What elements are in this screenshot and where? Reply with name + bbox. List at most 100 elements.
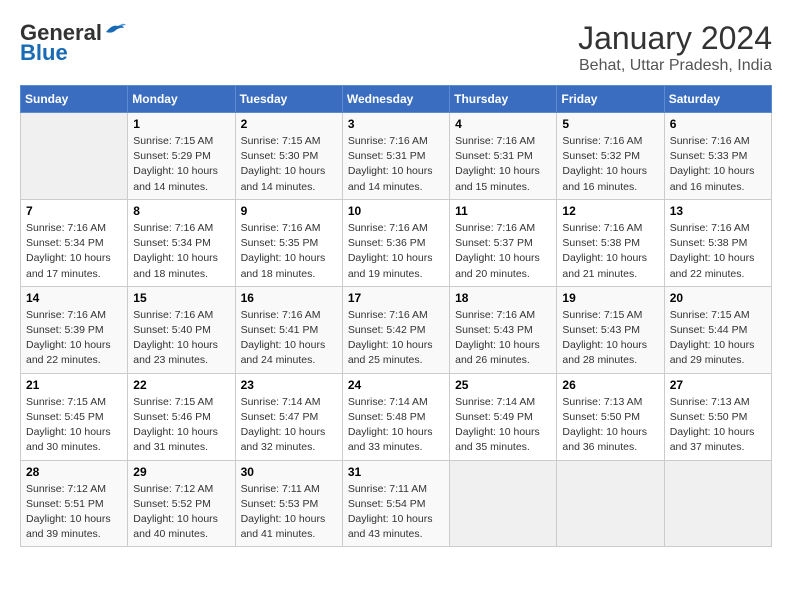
calendar-cell: 20 Sunrise: 7:15 AMSunset: 5:44 PMDayligh… <box>664 286 771 373</box>
day-info: Sunrise: 7:16 AMSunset: 5:42 PMDaylight:… <box>348 308 444 369</box>
day-info: Sunrise: 7:16 AMSunset: 5:40 PMDaylight:… <box>133 308 229 369</box>
day-info: Sunrise: 7:14 AMSunset: 5:49 PMDaylight:… <box>455 395 551 456</box>
calendar-cell: 19 Sunrise: 7:15 AMSunset: 5:43 PMDayligh… <box>557 286 664 373</box>
day-number: 9 <box>241 204 337 218</box>
calendar-cell: 14 Sunrise: 7:16 AMSunset: 5:39 PMDayligh… <box>21 286 128 373</box>
day-number: 29 <box>133 465 229 479</box>
calendar-cell: 3 Sunrise: 7:16 AMSunset: 5:31 PMDaylight… <box>342 113 449 200</box>
calendar-cell: 11 Sunrise: 7:16 AMSunset: 5:37 PMDayligh… <box>450 199 557 286</box>
day-info: Sunrise: 7:16 AMSunset: 5:37 PMDaylight:… <box>455 221 551 282</box>
day-info: Sunrise: 7:16 AMSunset: 5:43 PMDaylight:… <box>455 308 551 369</box>
day-header-tuesday: Tuesday <box>235 86 342 113</box>
calendar-week-4: 21Sunrise: 7:15 AMSunset: 5:45 PMDayligh… <box>21 373 772 460</box>
day-number: 13 <box>670 204 766 218</box>
day-number: 10 <box>348 204 444 218</box>
calendar-cell: 8 Sunrise: 7:16 AMSunset: 5:34 PMDaylight… <box>128 199 235 286</box>
calendar-cell: 9 Sunrise: 7:16 AMSunset: 5:35 PMDaylight… <box>235 199 342 286</box>
day-info: Sunrise: 7:15 AMSunset: 5:43 PMDaylight:… <box>562 308 658 369</box>
calendar-cell: 4Sunrise: 7:16 AMSunset: 5:31 PMDaylight… <box>450 113 557 200</box>
calendar-cell: 31Sunrise: 7:11 AMSunset: 5:54 PMDayligh… <box>342 460 449 547</box>
calendar-cell: 7 Sunrise: 7:16 AMSunset: 5:34 PMDaylight… <box>21 199 128 286</box>
day-number: 18 <box>455 291 551 305</box>
title-block: January 2024 Behat, Uttar Pradesh, India <box>578 20 772 75</box>
day-number: 27 <box>670 378 766 392</box>
day-number: 26 <box>562 378 658 392</box>
calendar-week-5: 28 Sunrise: 7:12 AMSunset: 5:51 PMDayligh… <box>21 460 772 547</box>
calendar-cell: 2 Sunrise: 7:15 AMSunset: 5:30 PMDaylight… <box>235 113 342 200</box>
calendar-cell <box>664 460 771 547</box>
calendar-subtitle: Behat, Uttar Pradesh, India <box>578 57 772 75</box>
calendar-cell: 21Sunrise: 7:15 AMSunset: 5:45 PMDayligh… <box>21 373 128 460</box>
day-info: Sunrise: 7:13 AMSunset: 5:50 PMDaylight:… <box>670 395 766 456</box>
day-number: 5 <box>562 117 658 131</box>
calendar-cell: 22Sunrise: 7:15 AMSunset: 5:46 PMDayligh… <box>128 373 235 460</box>
calendar-header: SundayMondayTuesdayWednesdayThursdayFrid… <box>21 86 772 113</box>
calendar-cell: 24Sunrise: 7:14 AMSunset: 5:48 PMDayligh… <box>342 373 449 460</box>
day-info: Sunrise: 7:11 AMSunset: 5:53 PMDaylight:… <box>241 482 337 543</box>
day-info: Sunrise: 7:16 AMSunset: 5:39 PMDaylight:… <box>26 308 122 369</box>
day-info: Sunrise: 7:16 AMSunset: 5:34 PMDaylight:… <box>26 221 122 282</box>
calendar-week-3: 14 Sunrise: 7:16 AMSunset: 5:39 PMDayligh… <box>21 286 772 373</box>
calendar-body: 1 Sunrise: 7:15 AMSunset: 5:29 PMDaylight… <box>21 113 772 547</box>
day-number: 6 <box>670 117 766 131</box>
day-number: 7 <box>26 204 122 218</box>
day-number: 12 <box>562 204 658 218</box>
day-header-friday: Friday <box>557 86 664 113</box>
day-number: 30 <box>241 465 337 479</box>
calendar-cell: 10 Sunrise: 7:16 AMSunset: 5:36 PMDayligh… <box>342 199 449 286</box>
day-number: 20 <box>670 291 766 305</box>
day-info: Sunrise: 7:13 AMSunset: 5:50 PMDaylight:… <box>562 395 658 456</box>
calendar-cell: 6Sunrise: 7:16 AMSunset: 5:33 PMDaylight… <box>664 113 771 200</box>
calendar-cell: 25Sunrise: 7:14 AMSunset: 5:49 PMDayligh… <box>450 373 557 460</box>
day-number: 2 <box>241 117 337 131</box>
calendar-cell: 23 Sunrise: 7:14 AMSunset: 5:47 PMDayligh… <box>235 373 342 460</box>
day-header-monday: Monday <box>128 86 235 113</box>
day-number: 16 <box>241 291 337 305</box>
day-info: Sunrise: 7:15 AMSunset: 5:29 PMDaylight:… <box>133 134 229 195</box>
day-header-wednesday: Wednesday <box>342 86 449 113</box>
day-info: Sunrise: 7:16 AMSunset: 5:35 PMDaylight:… <box>241 221 337 282</box>
day-info: Sunrise: 7:15 AMSunset: 5:30 PMDaylight:… <box>241 134 337 195</box>
day-number: 8 <box>133 204 229 218</box>
day-number: 24 <box>348 378 444 392</box>
day-number: 11 <box>455 204 551 218</box>
calendar-cell: 29 Sunrise: 7:12 AMSunset: 5:52 PMDayligh… <box>128 460 235 547</box>
day-number: 15 <box>133 291 229 305</box>
day-info: Sunrise: 7:16 AMSunset: 5:32 PMDaylight:… <box>562 134 658 195</box>
logo-blue-text: Blue <box>20 40 68 66</box>
calendar-cell: 16Sunrise: 7:16 AMSunset: 5:41 PMDayligh… <box>235 286 342 373</box>
day-info: Sunrise: 7:12 AMSunset: 5:51 PMDaylight:… <box>26 482 122 543</box>
day-info: Sunrise: 7:16 AMSunset: 5:31 PMDaylight:… <box>348 134 444 195</box>
logo: General Blue <box>20 20 126 66</box>
day-number: 19 <box>562 291 658 305</box>
day-number: 22 <box>133 378 229 392</box>
day-number: 3 <box>348 117 444 131</box>
day-number: 28 <box>26 465 122 479</box>
page-header: General Blue January 2024 Behat, Uttar P… <box>20 20 772 75</box>
calendar-cell: 15 Sunrise: 7:16 AMSunset: 5:40 PMDayligh… <box>128 286 235 373</box>
day-number: 1 <box>133 117 229 131</box>
day-info: Sunrise: 7:16 AMSunset: 5:38 PMDaylight:… <box>670 221 766 282</box>
day-info: Sunrise: 7:12 AMSunset: 5:52 PMDaylight:… <box>133 482 229 543</box>
calendar-cell: 18 Sunrise: 7:16 AMSunset: 5:43 PMDayligh… <box>450 286 557 373</box>
day-info: Sunrise: 7:14 AMSunset: 5:47 PMDaylight:… <box>241 395 337 456</box>
calendar-table: SundayMondayTuesdayWednesdayThursdayFrid… <box>20 85 772 547</box>
day-header-thursday: Thursday <box>450 86 557 113</box>
calendar-cell: 28 Sunrise: 7:12 AMSunset: 5:51 PMDayligh… <box>21 460 128 547</box>
day-number: 14 <box>26 291 122 305</box>
logo-bird-icon <box>104 22 126 40</box>
day-info: Sunrise: 7:16 AMSunset: 5:36 PMDaylight:… <box>348 221 444 282</box>
day-info: Sunrise: 7:11 AMSunset: 5:54 PMDaylight:… <box>348 482 444 543</box>
calendar-cell: 12Sunrise: 7:16 AMSunset: 5:38 PMDayligh… <box>557 199 664 286</box>
day-number: 23 <box>241 378 337 392</box>
day-info: Sunrise: 7:15 AMSunset: 5:44 PMDaylight:… <box>670 308 766 369</box>
calendar-cell <box>557 460 664 547</box>
day-header-row: SundayMondayTuesdayWednesdayThursdayFrid… <box>21 86 772 113</box>
day-header-saturday: Saturday <box>664 86 771 113</box>
day-number: 17 <box>348 291 444 305</box>
calendar-cell <box>450 460 557 547</box>
calendar-week-1: 1 Sunrise: 7:15 AMSunset: 5:29 PMDaylight… <box>21 113 772 200</box>
day-info: Sunrise: 7:16 AMSunset: 5:34 PMDaylight:… <box>133 221 229 282</box>
calendar-cell <box>21 113 128 200</box>
calendar-cell: 30 Sunrise: 7:11 AMSunset: 5:53 PMDayligh… <box>235 460 342 547</box>
